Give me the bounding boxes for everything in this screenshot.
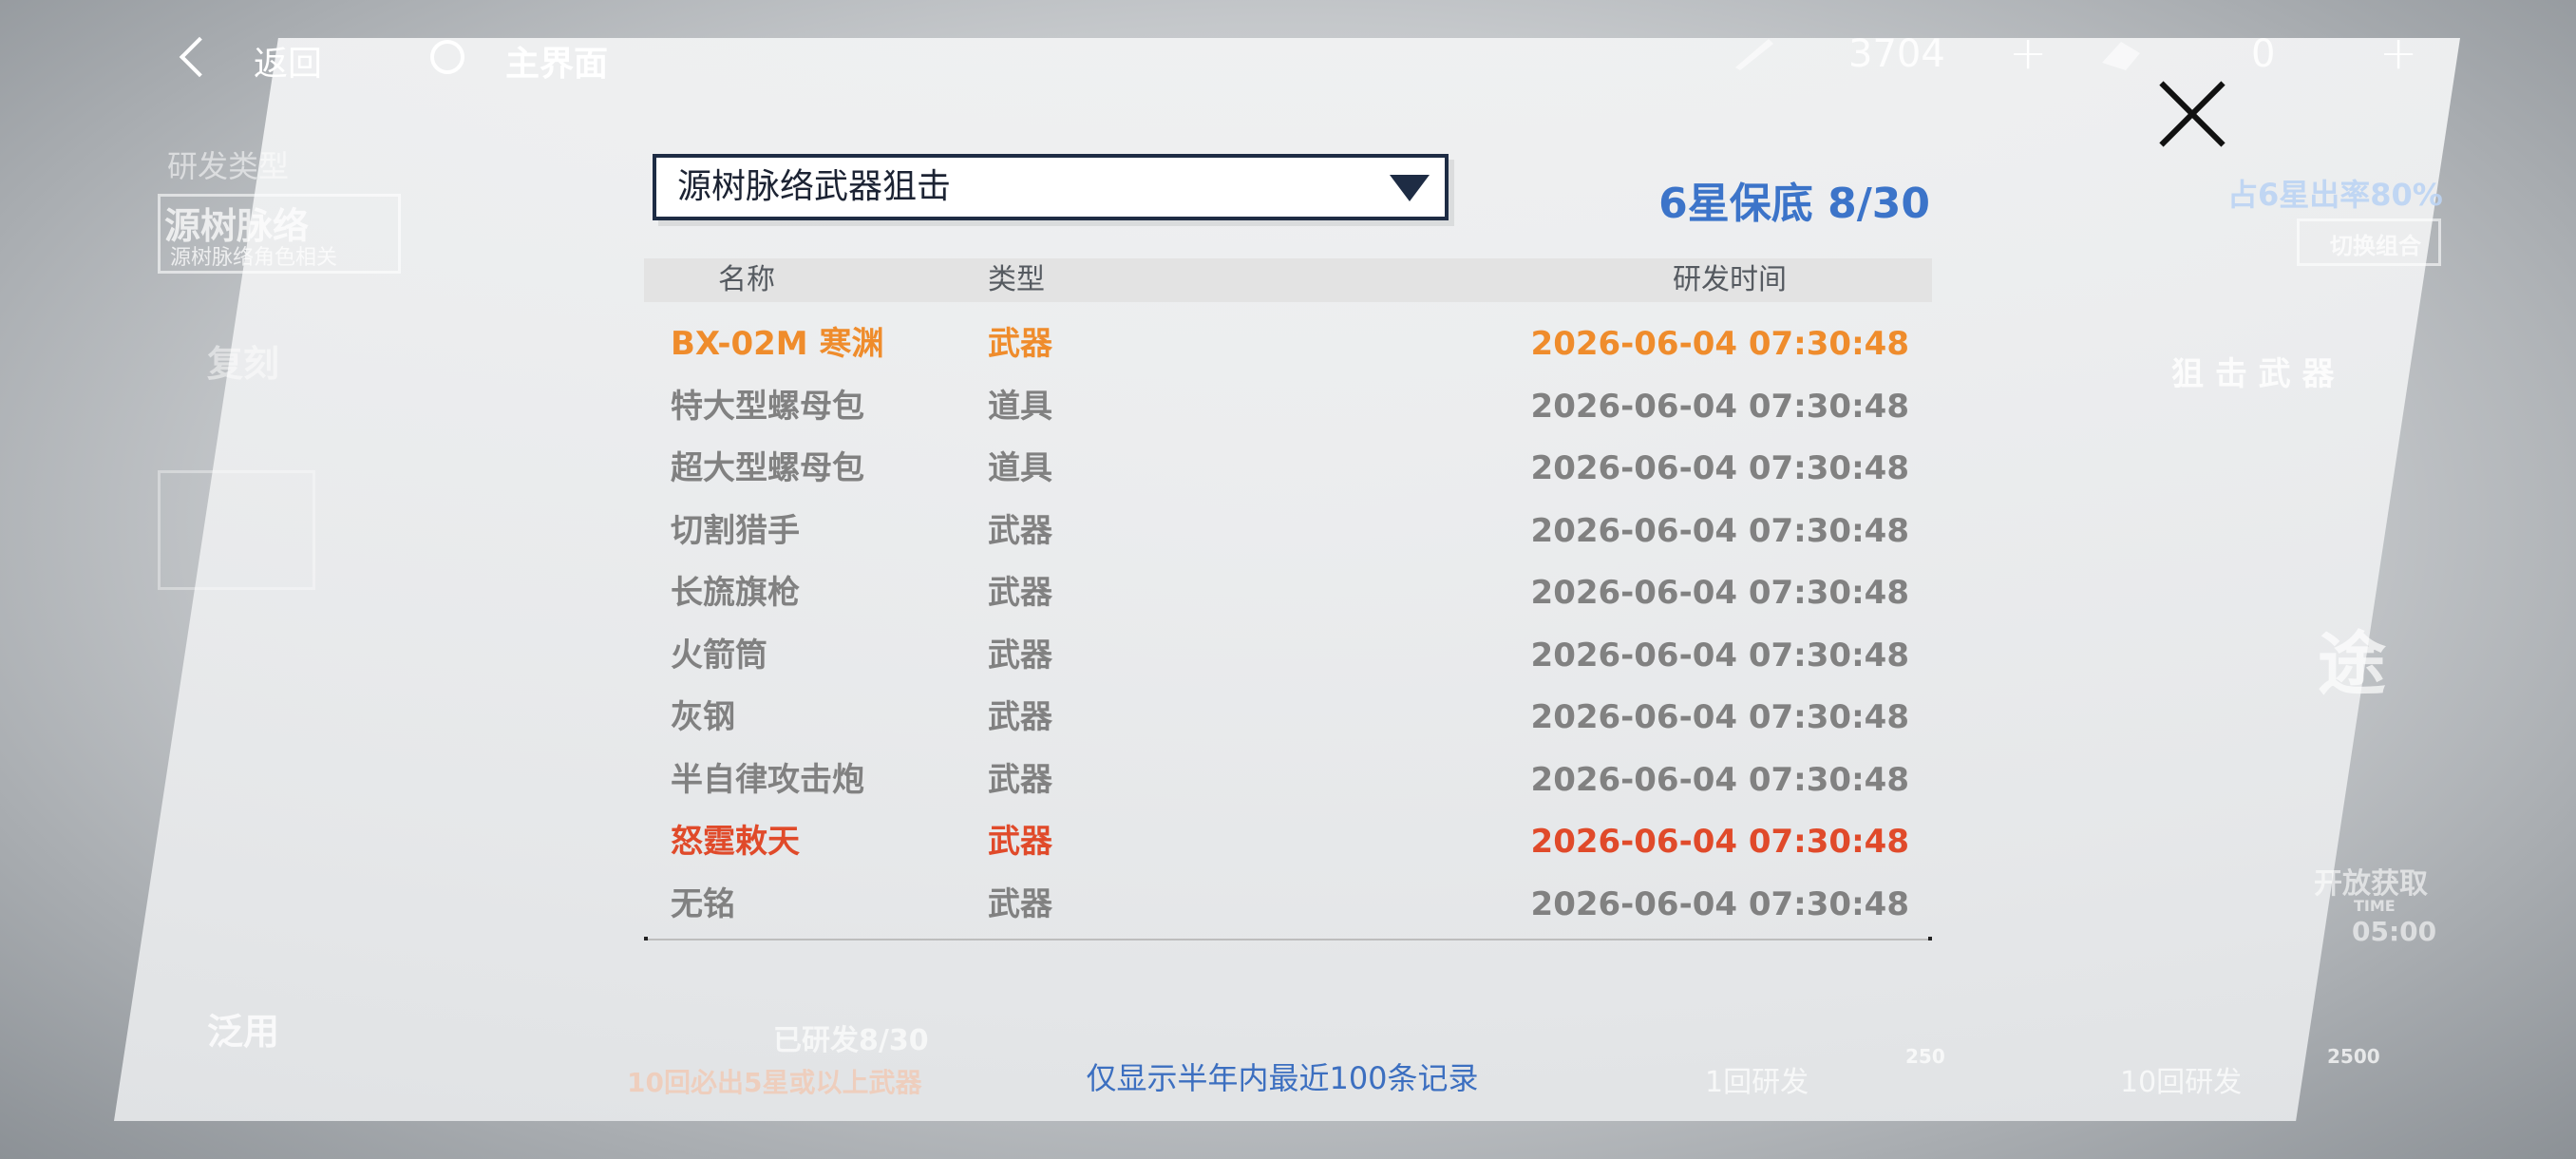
table-row: BX-02M 寒渊 武器 2026-06-04 07:30:48: [644, 315, 1932, 378]
guarantee-note: 10回必出5星或以上武器: [627, 1067, 922, 1098]
record-name: 长旒旗枪: [671, 574, 800, 612]
switch-combo-button[interactable]: 切换组合: [2297, 218, 2441, 266]
record-time: 2026-06-04 07:30:48: [1530, 387, 1909, 426]
currency-1-icon: [1735, 39, 1773, 70]
table-header: 名称 类型 研发时间: [644, 258, 1932, 302]
pool-dropdown-value: 源树脉络武器狙击: [677, 167, 952, 206]
table-row: 火箭筒 武器 2026-06-04 07:30:48: [644, 627, 1932, 690]
currency-2-icon: [2102, 42, 2140, 70]
pull-1-button[interactable]: 1回研发: [1705, 1058, 1809, 1100]
record-name: 特大型螺母包: [671, 387, 864, 426]
record-time: 2026-06-04 07:30:48: [1530, 511, 1909, 550]
left-item-rerun[interactable]: 复刻: [207, 334, 279, 387]
switch-combo-label: 切换组合: [2330, 233, 2421, 259]
column-header-time: 研发时间: [1673, 263, 1787, 296]
column-header-type: 类型: [988, 263, 1045, 296]
record-time: 2026-06-04 07:30:48: [1530, 698, 1909, 736]
time-value: 05:00: [2352, 916, 2437, 947]
left-item-general[interactable]: 泛用: [207, 1002, 279, 1054]
pull-10-cost: 2500: [2327, 1045, 2380, 1068]
category-label: 研发类型: [167, 148, 290, 184]
table-divider: [644, 937, 1932, 940]
currency-2-add-button[interactable]: +: [2379, 27, 2417, 80]
table-row: 怒霆敕天 武器 2026-06-04 07:30:48: [644, 813, 1932, 876]
record-type: 道具: [988, 449, 1052, 487]
record-type: 武器: [988, 325, 1052, 363]
record-time: 2026-06-04 07:30:48: [1530, 636, 1909, 674]
record-name: 超大型螺母包: [671, 449, 864, 487]
pity-counter: 6星保底 8/30: [1658, 180, 1930, 228]
rate-text: 占6星出率80%: [2227, 177, 2443, 213]
home-button[interactable]: 主界面: [505, 36, 608, 86]
table-row: 特大型螺母包 道具 2026-06-04 07:30:48: [644, 378, 1932, 441]
pull-1-cost: 250: [1905, 1045, 1945, 1068]
footer-note: 仅显示半年内最近100条记录: [1086, 1060, 1479, 1096]
record-name: BX-02M 寒渊: [671, 325, 884, 363]
record-type: 道具: [988, 387, 1052, 426]
pull-10-button[interactable]: 10回研发: [2120, 1058, 2242, 1100]
character-glyph: 途: [2318, 624, 2387, 704]
table-row: 半自律攻击炮 武器 2026-06-04 07:30:48: [644, 751, 1932, 814]
column-header-name: 名称: [718, 263, 775, 296]
sniper-weapon-tag: 狙 击 武 器: [2171, 355, 2335, 393]
table-row: 超大型螺母包 道具 2026-06-04 07:30:48: [644, 440, 1932, 503]
record-time: 2026-06-04 07:30:48: [1530, 823, 1909, 861]
record-name: 怒霆敕天: [671, 823, 800, 861]
currency-1-value: 3704: [1848, 32, 1945, 76]
left-item-card[interactable]: [158, 470, 315, 590]
table-row: 长旒旗枪 武器 2026-06-04 07:30:48: [644, 564, 1932, 627]
developed-count: 已研发8/30: [773, 1024, 929, 1057]
record-name: 火箭筒: [671, 636, 767, 674]
pool-dropdown[interactable]: 源树脉络武器狙击: [653, 154, 1449, 220]
record-type: 武器: [988, 760, 1052, 799]
record-type: 武器: [988, 574, 1052, 612]
record-name: 灰钢: [671, 698, 735, 736]
close-icon[interactable]: [2154, 76, 2230, 152]
record-time: 2026-06-04 07:30:48: [1530, 325, 1909, 363]
record-type: 武器: [988, 823, 1052, 861]
record-type: 武器: [988, 511, 1052, 550]
record-time: 2026-06-04 07:30:48: [1530, 884, 1909, 923]
currency-2-value: 0: [2251, 32, 2276, 76]
table-row: 灰钢 武器 2026-06-04 07:30:48: [644, 689, 1932, 751]
chevron-down-icon[interactable]: [1390, 175, 1430, 201]
currency-1-add-button[interactable]: +: [2009, 27, 2047, 80]
table-row: 无铭 武器 2026-06-04 07:30:48: [644, 876, 1932, 939]
record-name: 切割猎手: [671, 511, 800, 550]
open-access-label: 开放获取: [2314, 867, 2428, 901]
record-type: 武器: [988, 698, 1052, 736]
category-box[interactable]: 源树脉络 源树脉络角色相关: [158, 194, 401, 274]
record-name: 半自律攻击炮: [671, 760, 864, 799]
time-label: TIME: [2354, 897, 2396, 915]
record-type: 武器: [988, 636, 1052, 674]
table-row: 切割猎手 武器 2026-06-04 07:30:48: [644, 503, 1932, 565]
back-button[interactable]: 返回: [254, 36, 322, 86]
home-icon[interactable]: [430, 40, 464, 74]
record-time: 2026-06-04 07:30:48: [1530, 760, 1909, 799]
category-sub: 源树脉络角色相关: [170, 246, 338, 270]
record-time: 2026-06-04 07:30:48: [1530, 574, 1909, 612]
records-list: BX-02M 寒渊 武器 2026-06-04 07:30:48 特大型螺母包 道具 20…: [644, 315, 1932, 938]
record-time: 2026-06-04 07:30:48: [1530, 449, 1909, 487]
record-name: 无铭: [671, 884, 735, 923]
record-type: 武器: [988, 884, 1052, 923]
